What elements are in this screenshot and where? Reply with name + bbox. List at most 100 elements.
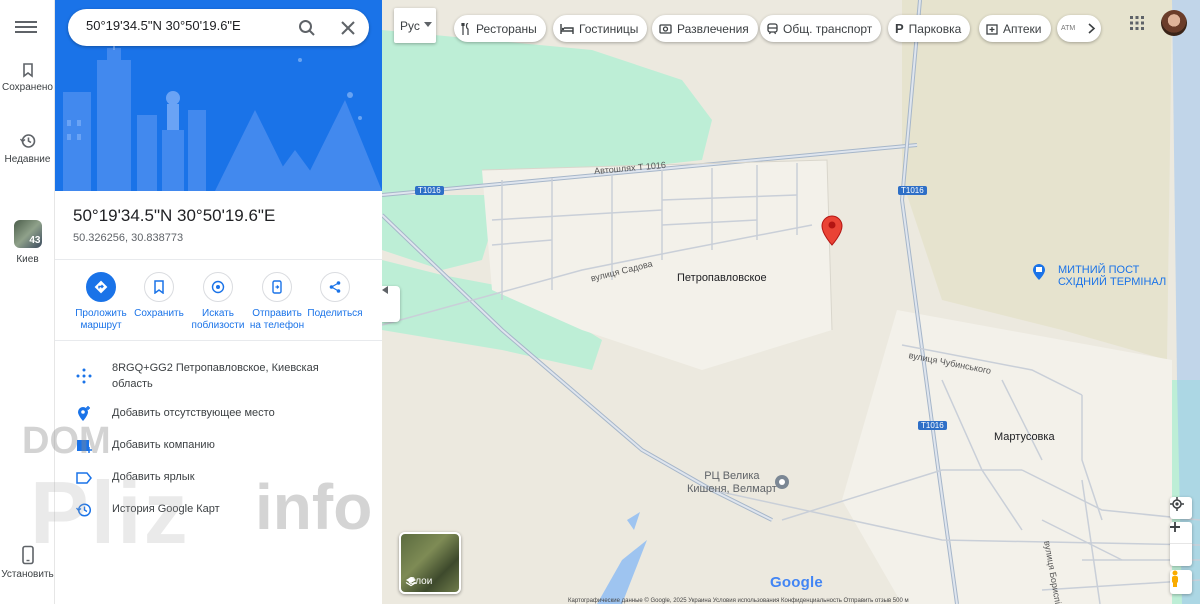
customs-label-1: МИТНИЙ ПОСТ [1058, 264, 1140, 276]
search-box [68, 9, 369, 46]
street-view-pegman[interactable] [1170, 570, 1192, 594]
send-to-phone-button[interactable]: Отправить на телефон [245, 272, 309, 332]
directions-label-2: маршрут [80, 320, 122, 331]
save-button[interactable]: Сохранить [127, 272, 191, 320]
chip-atm[interactable]: ATM [1057, 15, 1101, 42]
maps-history-row[interactable]: История Google Карт [55, 495, 382, 525]
shopping-icon[interactable] [774, 474, 790, 490]
chip-label: Рестораны [476, 21, 537, 36]
share-button[interactable]: Поделиться [303, 272, 367, 320]
chip-restaurants[interactable]: Рестораны [454, 15, 546, 42]
history-icon [75, 503, 92, 517]
bookmark-icon [154, 280, 164, 294]
poi-label: МИТНИЙ ПОСТ СХІДНИЙ ТЕРМІНАЛ [1058, 264, 1166, 288]
apps-grid-icon[interactable] [1130, 16, 1144, 30]
saved-rail-item[interactable]: Сохранено [0, 62, 55, 94]
directions-button[interactable]: Проложить маршрут [69, 272, 133, 332]
zoom-out-button[interactable] [1170, 526, 1192, 566]
share-label: Поделиться [307, 308, 363, 319]
mall-label-1: РЦ Велика [704, 470, 760, 482]
chip-label: Парковка [908, 21, 962, 36]
chip-label: Гостиницы [579, 21, 639, 36]
add-label-text: Добавить ярлык [112, 471, 195, 483]
send-to-phone-icon [272, 280, 282, 294]
history-icon [19, 134, 35, 148]
add-missing-place-row[interactable]: Добавить отсутствующее место [55, 399, 382, 429]
parking-icon: P [895, 21, 904, 36]
chip-label: ATM [1061, 25, 1076, 32]
mall-label-2: Кишеня, Велмарт [687, 483, 777, 495]
road-shield: T1016 [415, 186, 444, 195]
customs-label-2: СХІДНИЙ ТЕРМІНАЛ [1058, 276, 1167, 288]
chip-parking[interactable]: P Парковка [888, 15, 971, 42]
chip-entertainment[interactable]: Развлечения [652, 15, 758, 42]
directions-icon [94, 280, 108, 294]
my-location-button[interactable] [1170, 497, 1192, 519]
directions-label-1: Проложить [75, 308, 127, 319]
maps-app: Сохранено Недавние 43 Киев Установить 50… [0, 0, 1200, 604]
nearby-label-1: Искать [202, 308, 234, 319]
zoom-controls [1170, 522, 1192, 566]
chevron-right-icon[interactable] [1087, 23, 1097, 34]
language-label: Рус [400, 18, 420, 33]
camera-icon [659, 24, 672, 34]
search-input[interactable] [86, 18, 286, 33]
add-business-icon [77, 440, 92, 453]
map-canvas[interactable]: Автошлях Т 1016 T1016 T1016 T1016 вулиця… [382, 0, 1200, 604]
chip-label: Аптеки [1003, 21, 1042, 36]
pegman-icon [1172, 570, 1178, 587]
road-shield: T1016 [918, 421, 947, 430]
menu-button[interactable] [15, 18, 37, 36]
collapse-panel-button[interactable] [382, 286, 400, 322]
language-selector[interactable]: Рус [394, 8, 436, 43]
hotel-icon [560, 23, 574, 34]
kyiv-thumbnail: 43 [13, 220, 42, 248]
chip-transit[interactable]: Общ. транспорт [760, 15, 882, 42]
kyiv-badge: 43 [29, 235, 41, 246]
send-to-phone-label-1: Отправить [252, 308, 302, 319]
google-logo: Google [770, 574, 823, 591]
chevron-down-icon [424, 22, 432, 27]
close-icon[interactable] [338, 18, 358, 38]
my-location-icon [1170, 497, 1184, 511]
layers-button[interactable]: Слои [399, 532, 461, 594]
add-business-row[interactable]: Добавить компанию [55, 431, 382, 461]
recent-label: Недавние [4, 154, 51, 165]
maps-history-text: История Google Карт [112, 503, 220, 515]
plus-code-row[interactable]: 8RGQ+GG2 Петропавловское, Киевская област… [55, 358, 382, 394]
label-icon [76, 472, 92, 484]
nearby-label-2: поблизости [191, 320, 245, 331]
phone-icon [21, 545, 34, 565]
chip-hotels[interactable]: Гостиницы [553, 15, 648, 42]
place-title: 50°19'34.5"N 30°50'19.6"E [73, 206, 276, 225]
location-marker-icon[interactable] [821, 214, 843, 246]
village-label: Мартусовка [994, 431, 1055, 443]
nearby-button[interactable]: Искать поблизости [186, 272, 250, 332]
divider [55, 259, 382, 260]
map-tiles [382, 0, 1200, 604]
send-to-phone-label-2: на телефон [249, 320, 305, 331]
transit-icon [767, 22, 778, 34]
restaurant-icon [461, 22, 469, 35]
left-rail: Сохранено Недавние 43 Киев Установить [0, 0, 55, 604]
bookmark-icon [22, 63, 33, 78]
plus-code-line-1: 8RGQ+GG2 Петропавловское, Киевская [112, 362, 319, 374]
install-rail-item[interactable]: Установить [0, 545, 55, 581]
chip-pharmacies[interactable]: Аптеки [979, 15, 1051, 42]
save-label: Сохранить [134, 308, 184, 319]
landmark-icon[interactable] [1031, 261, 1047, 281]
search-icon[interactable] [297, 18, 317, 38]
saved-label: Сохранено [2, 82, 53, 93]
kyiv-label: Киев [16, 254, 39, 265]
avatar[interactable] [1161, 10, 1187, 36]
village-label: Петропавловское [677, 272, 767, 284]
kyiv-rail-item[interactable]: 43 Киев [0, 220, 55, 266]
place-decimal-coordinates: 50.326256, 30.838773 [73, 232, 184, 244]
divider [55, 340, 382, 341]
poi-label: РЦ Велика Кишеня, Велмарт [687, 470, 777, 496]
add-location-icon [78, 406, 90, 421]
recent-rail-item[interactable]: Недавние [0, 132, 55, 166]
add-label-row[interactable]: Добавить ярлык [55, 463, 382, 493]
chip-label: Общ. транспорт [783, 21, 873, 36]
add-missing-place-text: Добавить отсутствующее место [112, 407, 275, 419]
